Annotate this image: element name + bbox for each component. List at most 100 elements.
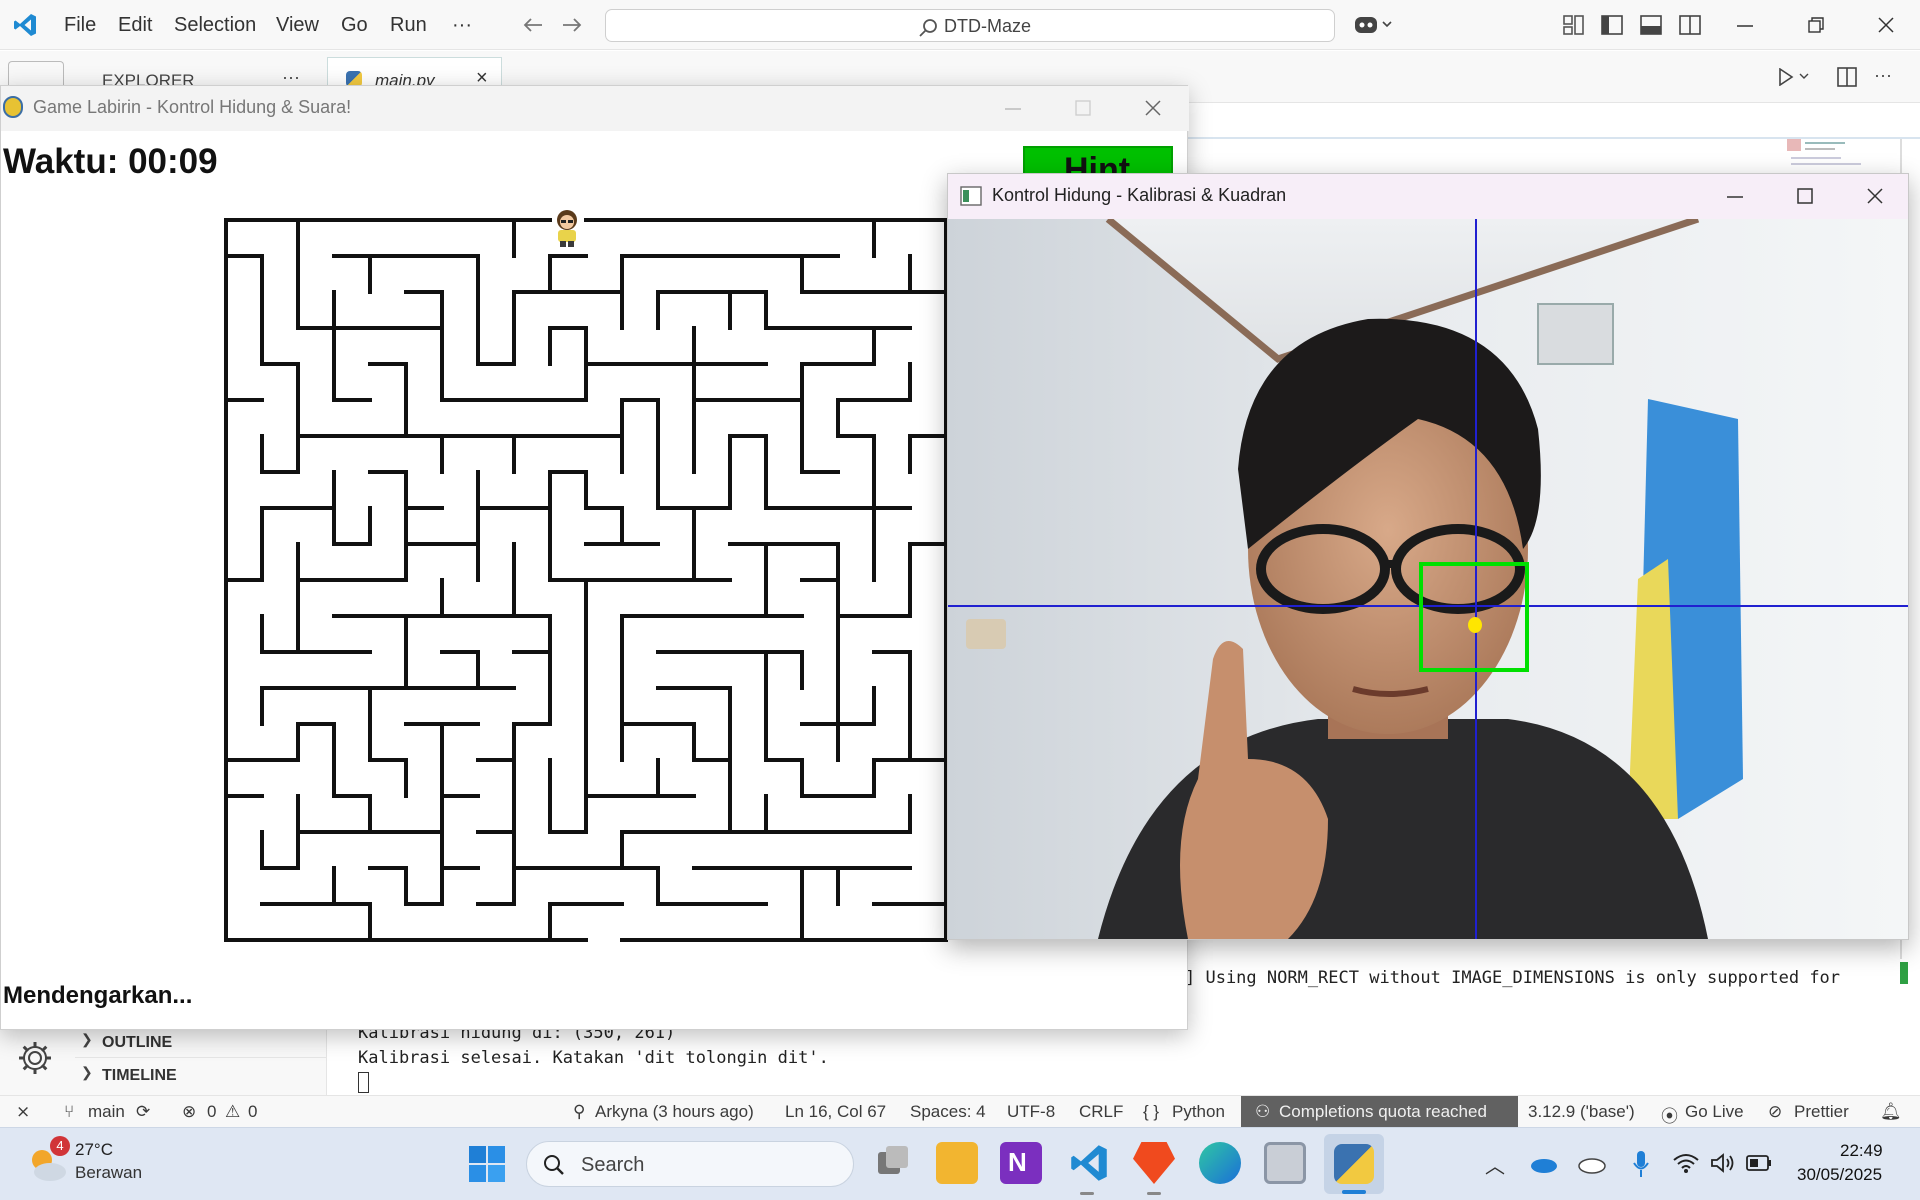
- opencv-window-icon: [960, 186, 982, 206]
- python-active-indicator: [1342, 1190, 1366, 1194]
- brave-browser-icon[interactable]: [1133, 1142, 1175, 1184]
- weather-badge: 4: [50, 1136, 70, 1156]
- toggle-secondary-sidebar-icon[interactable]: [1679, 15, 1701, 35]
- menu-edit[interactable]: Edit: [118, 14, 152, 37]
- cam-maximize-icon[interactable]: [1797, 188, 1813, 204]
- vscode-titlebar: File Edit Selection View Go Run ··· DTD-…: [0, 0, 1920, 50]
- file-explorer-icon[interactable]: [936, 1142, 978, 1184]
- back-arrow-icon[interactable]: [522, 15, 544, 35]
- copilot-icon[interactable]: [1353, 13, 1395, 37]
- brave-running-indicator: [1147, 1192, 1161, 1195]
- cloud-icon[interactable]: [1578, 1154, 1606, 1174]
- menu-run[interactable]: Run: [390, 14, 427, 37]
- pygame-snake-icon: [3, 96, 23, 118]
- menu-go[interactable]: Go: [341, 14, 368, 37]
- error-count[interactable]: 0: [207, 1102, 216, 1122]
- snipping-tool-icon[interactable]: [1264, 1142, 1306, 1184]
- remote-icon[interactable]: ⨯: [16, 1102, 30, 1122]
- indentation[interactable]: Spaces: 4: [910, 1102, 986, 1122]
- game-maximize-icon[interactable]: [1075, 100, 1091, 116]
- close-icon[interactable]: [1878, 17, 1894, 33]
- python-interpreter[interactable]: 3.12.9 ('base'): [1528, 1102, 1635, 1122]
- language-mode[interactable]: Python: [1172, 1102, 1225, 1122]
- windows-start-icon[interactable]: [469, 1146, 505, 1182]
- cursor-position[interactable]: Ln 16, Col 67: [785, 1102, 886, 1122]
- terminal-cursor: [358, 1072, 369, 1093]
- branch-icon: ⑂: [64, 1102, 75, 1121]
- editor-more-button[interactable]: ···: [1874, 65, 1892, 86]
- go-live[interactable]: Go Live: [1685, 1102, 1744, 1122]
- python-taskbar-icon: [1334, 1144, 1374, 1184]
- game-minimize-icon[interactable]: [1005, 107, 1021, 111]
- camera-window-title: Kontrol Hidung - Kalibrasi & Kuadran: [992, 185, 1287, 205]
- camera-window: Kontrol Hidung - Kalibrasi & Kuadran: [947, 173, 1909, 940]
- weather-widget[interactable]: 4 27°C Berawan: [12, 1136, 152, 1192]
- restore-icon[interactable]: [1808, 17, 1824, 33]
- volume-icon[interactable]: [1710, 1152, 1738, 1174]
- encoding[interactable]: UTF-8: [1007, 1102, 1055, 1122]
- timeline-section[interactable]: ❯ TIMELINE: [75, 1058, 327, 1091]
- outline-label: OUTLINE: [102, 1034, 173, 1051]
- maze-walls: [224, 218, 948, 942]
- camera-feed: [948, 219, 1908, 939]
- game-window-title: Game Labirin - Kontrol Hidung & Suara!: [33, 97, 352, 117]
- warning-icon: ⚠: [225, 1102, 241, 1121]
- cam-close-icon[interactable]: [1867, 188, 1883, 204]
- taskbar-search-icon: [544, 1155, 564, 1175]
- run-python-icon[interactable]: [1778, 68, 1810, 86]
- go-live-icon: ⦿: [1661, 1107, 1678, 1126]
- vscode-taskbar-icon[interactable]: [1068, 1142, 1110, 1184]
- copilot-quota-status[interactable]: ⚇ Completions quota reached: [1241, 1096, 1518, 1128]
- minimize-icon[interactable]: [1737, 24, 1753, 28]
- battery-icon[interactable]: [1746, 1155, 1772, 1171]
- clock-date[interactable]: 30/05/2025: [1797, 1165, 1882, 1185]
- git-blame[interactable]: Arkyna (3 hours ago): [595, 1102, 754, 1122]
- game-close-icon[interactable]: [1145, 100, 1161, 116]
- menu-more[interactable]: ···: [452, 14, 472, 37]
- task-view-icon[interactable]: [872, 1142, 914, 1184]
- gear-icon[interactable]: [16, 1039, 54, 1077]
- menu-view[interactable]: View: [276, 14, 319, 37]
- edge-browser-icon[interactable]: [1199, 1142, 1241, 1184]
- vscode-running-indicator: [1080, 1192, 1094, 1195]
- tray-overflow-chevron-icon[interactable]: ︿: [1485, 1150, 1505, 1179]
- terminal-scroll-marker: [1900, 962, 1908, 984]
- chevron-right-icon: ❯: [81, 1064, 93, 1080]
- split-editor-icon[interactable]: [1837, 67, 1857, 87]
- onenote-icon[interactable]: N: [1000, 1142, 1042, 1184]
- line-ending[interactable]: CRLF: [1079, 1102, 1123, 1122]
- wifi-icon[interactable]: [1673, 1152, 1699, 1174]
- terminal-warning-line: ] Using NORM_RECT without IMAGE_DIMENSIO…: [1185, 968, 1841, 988]
- toggle-panel-icon[interactable]: [1640, 15, 1662, 35]
- weather-desc: Berawan: [75, 1163, 143, 1182]
- warning-count[interactable]: 0: [248, 1102, 257, 1122]
- menu-file[interactable]: File: [64, 14, 96, 37]
- copilot-status-icon: ⚇: [1255, 1102, 1271, 1121]
- weather-temp: 27°C: [75, 1140, 113, 1159]
- taskbar-search[interactable]: Search: [526, 1141, 854, 1187]
- command-center-search[interactable]: DTD-Maze: [605, 9, 1335, 42]
- onedrive-icon[interactable]: [1530, 1154, 1558, 1174]
- vscode-logo-icon: [14, 14, 36, 36]
- toggle-primary-sidebar-icon[interactable]: [1601, 15, 1623, 35]
- notifications-bell-icon[interactable]: 🔔︎: [1880, 1102, 1902, 1122]
- player-character-icon: [557, 210, 577, 247]
- customize-layout-icon[interactable]: [1563, 15, 1585, 35]
- taskbar-search-placeholder: Search: [581, 1154, 645, 1176]
- game-titlebar: Game Labirin - Kontrol Hidung & Suara!: [1, 86, 1189, 131]
- cam-minimize-icon[interactable]: [1727, 195, 1743, 199]
- python-app-active-tile[interactable]: [1324, 1134, 1384, 1194]
- prettier[interactable]: Prettier: [1794, 1102, 1849, 1122]
- branch-name[interactable]: main: [88, 1102, 125, 1122]
- copilot-status-text: Completions quota reached: [1279, 1102, 1487, 1121]
- minimap[interactable]: [1787, 139, 1867, 171]
- search-text: DTD-Maze: [944, 16, 1032, 36]
- status-bar: ⨯ ⑂ main ⟳ ⊗ 0 ⚠ 0 ⚲ Arkyna (3 hours ago…: [0, 1095, 1920, 1128]
- menu-selection[interactable]: Selection: [174, 14, 256, 37]
- microphone-icon[interactable]: [1632, 1150, 1650, 1178]
- language-braces-icon: { }: [1143, 1102, 1160, 1121]
- game-timer: Waktu: 00:09: [3, 142, 218, 181]
- clock-time[interactable]: 22:49: [1840, 1141, 1883, 1161]
- sync-icon[interactable]: ⟳: [136, 1102, 150, 1122]
- forward-arrow-icon[interactable]: [561, 15, 583, 35]
